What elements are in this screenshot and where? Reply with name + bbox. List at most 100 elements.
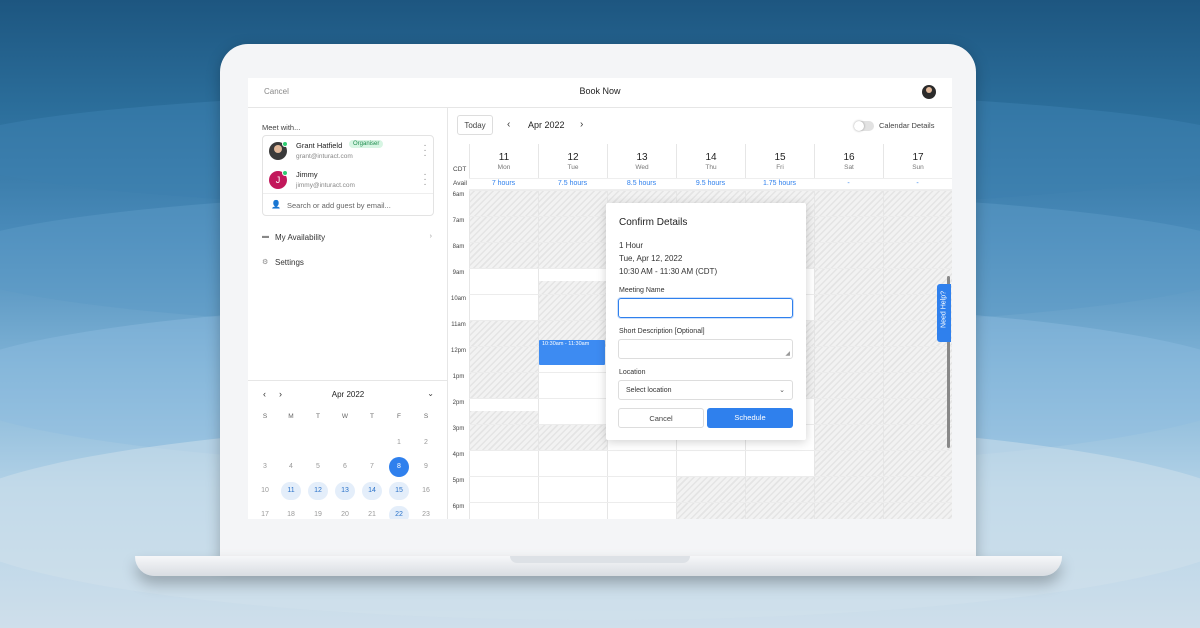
available-slot[interactable] (539, 450, 607, 519)
selected-event[interactable]: 10:30am - 11:30am (539, 340, 605, 365)
calendar-day[interactable]: 21 (362, 506, 382, 519)
day-availability: 8.5 hours (626, 180, 657, 187)
day-availability: 1.75 hours (762, 180, 797, 187)
laptop-notch (510, 556, 690, 563)
calendar-day[interactable]: 14 (362, 482, 382, 500)
available-slot[interactable] (470, 398, 538, 411)
day-number: 14 (705, 152, 717, 163)
meeting-date: Tue, Apr 12, 2022 (619, 254, 683, 263)
calendar-day[interactable]: 11 (281, 482, 301, 500)
day-column[interactable] (883, 190, 952, 519)
day-availability: - (847, 180, 850, 187)
more-options-icon[interactable]: · · · (423, 141, 427, 161)
calendar-icon: ▬ (262, 233, 269, 240)
day-name: Sat (844, 164, 854, 171)
sidebar-item-settings[interactable]: ⚙ Settings (262, 255, 434, 273)
calendar-day[interactable]: 18 (281, 506, 301, 519)
weekday-label: T (316, 413, 320, 420)
mini-calendar: ‹ › Apr 2022 ⌄ S M T W T F S 1 2 3 4 5 6 7 8 9 10 11 12 13 1… (248, 380, 448, 519)
day-name: Fri (776, 164, 784, 171)
weekday-label: W (341, 413, 349, 420)
page-title: Book Now (579, 86, 621, 96)
calendar-day[interactable]: 13 (335, 482, 355, 500)
description-textarea[interactable]: ◢ (618, 339, 793, 359)
guest-item: J Jimmy jimmy@inturact.com · · · (269, 169, 429, 195)
description-label: Short Description [Optional] (619, 328, 705, 335)
calendar-day[interactable]: 16 (416, 482, 436, 500)
next-week-button[interactable]: › (580, 119, 583, 130)
calendar-day[interactable]: 4 (281, 458, 301, 476)
hour-label: 11am (451, 322, 466, 328)
day-header[interactable]: 11 Mon (469, 144, 538, 178)
location-label: Location (619, 369, 646, 376)
calendar-day[interactable]: 5 (308, 458, 328, 476)
calendar-day[interactable]: 7 (362, 458, 382, 476)
location-select[interactable]: Select location ⌄ (618, 380, 793, 400)
day-column[interactable] (469, 190, 538, 519)
day-header[interactable]: 17 Sun (883, 144, 952, 178)
calendar-day[interactable]: 22 (389, 506, 409, 519)
app-screen: Cancel Book Now Meet with... Grant Hatfi… (248, 78, 952, 519)
need-help-button[interactable]: Need Help? (937, 284, 951, 342)
calendar-day[interactable]: 8 (389, 457, 409, 477)
day-number: 16 (843, 152, 855, 163)
top-bar: Cancel Book Now (248, 78, 952, 108)
day-header[interactable]: 14 Thu (676, 144, 745, 178)
available-slot[interactable] (539, 268, 607, 281)
meeting-name-input[interactable] (618, 298, 793, 318)
cancel-button[interactable]: Cancel (618, 408, 704, 428)
hour-gridline (469, 450, 952, 451)
calendar-day[interactable]: 12 (308, 482, 328, 500)
hour-label: 6am (452, 192, 465, 198)
meeting-duration: 1 Hour (619, 241, 644, 250)
hour-label: 2pm (452, 400, 465, 406)
calendar-day[interactable]: 23 (416, 506, 436, 519)
today-button[interactable]: Today (457, 115, 493, 135)
hour-label: 12pm (450, 348, 466, 354)
day-availability: 7 hours (491, 180, 516, 187)
meet-with-label: Meet with... (262, 123, 301, 132)
available-slot[interactable] (608, 450, 676, 519)
day-number: 12 (567, 152, 579, 163)
hour-label: 8am (452, 244, 465, 250)
calendar-day[interactable]: 19 (308, 506, 328, 519)
sidebar-item-my-availability[interactable]: ▬ My Availability › (262, 230, 434, 248)
available-slot[interactable] (677, 450, 745, 476)
hour-label: 9am (452, 270, 465, 276)
calendar-details-toggle[interactable] (854, 121, 874, 131)
day-header[interactable]: 15 Fri (745, 144, 814, 178)
calendar-day[interactable]: 20 (335, 506, 355, 519)
schedule-button[interactable]: Schedule (707, 408, 793, 428)
calendar-day[interactable]: 10 (255, 482, 275, 500)
more-options-icon[interactable]: · · · (423, 170, 427, 190)
hour-label: 5pm (452, 478, 465, 484)
location-value: Select location (626, 387, 672, 394)
calendar-day[interactable]: 1 (389, 434, 409, 452)
user-avatar[interactable] (922, 85, 936, 99)
meeting-name-label: Meeting Name (619, 287, 665, 294)
hour-label: 3pm (452, 426, 465, 432)
calendar-day[interactable]: 2 (416, 434, 436, 452)
guest-name: Grant Hatfield (296, 141, 343, 150)
sidebar-item-label: Settings (275, 258, 304, 267)
day-name: Tue (567, 164, 579, 171)
guest-name: Jimmy (296, 170, 318, 179)
calendar-day[interactable]: 9 (416, 458, 436, 476)
day-header[interactable]: 16 Sat (814, 144, 883, 178)
guest-email: grant@inturact.com (296, 153, 353, 160)
resize-handle-icon[interactable]: ◢ (785, 350, 790, 357)
calendar-day[interactable]: 17 (255, 506, 275, 519)
prev-week-button[interactable]: ‹ (507, 119, 510, 130)
calendar-day[interactable]: 3 (255, 458, 275, 476)
day-header[interactable]: 12 Tue (538, 144, 607, 178)
day-column[interactable] (814, 190, 883, 519)
guest-search-input[interactable]: 👤 Search or add guest by email... (263, 193, 433, 215)
day-header[interactable]: 13 Wed (607, 144, 676, 178)
available-slot[interactable] (470, 450, 538, 519)
calendar-month: Apr 2022 (528, 120, 565, 130)
meeting-time: 10:30 AM - 11:30 AM (CDT) (619, 267, 718, 276)
calendar-day[interactable]: 15 (389, 482, 409, 500)
timezone-label: CDT (453, 166, 467, 173)
chevron-down-icon[interactable]: ⌄ (427, 389, 434, 398)
calendar-day[interactable]: 6 (335, 458, 355, 476)
